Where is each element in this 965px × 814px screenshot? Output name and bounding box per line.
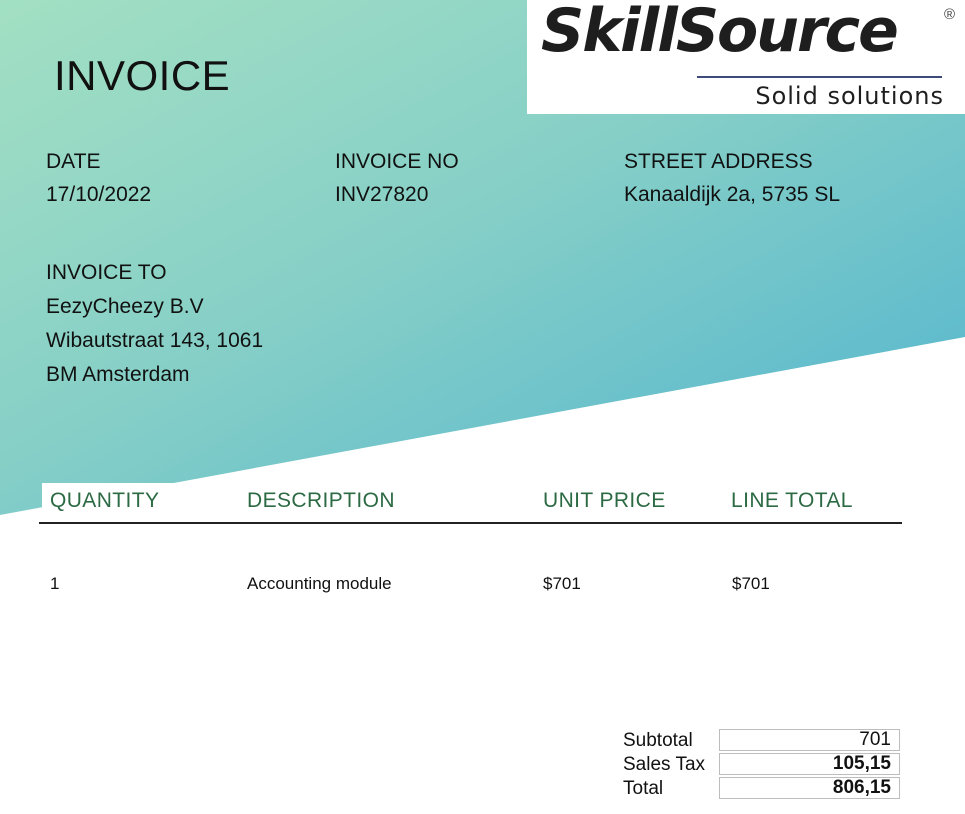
- logo-tagline: Solid solutions: [755, 82, 944, 110]
- client-name: EezyCheezy B.V: [46, 295, 204, 318]
- column-header-quantity: QUANTITY: [50, 489, 160, 512]
- table-header-divider: [39, 522, 902, 524]
- total-label: Total: [623, 778, 664, 799]
- column-header-unit-price: UNIT PRICE: [543, 489, 666, 512]
- logo-wordmark: SkillSource: [541, 0, 899, 66]
- sales-tax-value: 105,15: [719, 753, 900, 775]
- header-background: [0, 0, 965, 515]
- street-address-value: Kanaaldijk 2a, 5735 SL: [624, 183, 840, 206]
- client-address-line-1: Wibautstraat 143, 1061: [46, 329, 264, 352]
- page-title: INVOICE: [54, 52, 231, 99]
- column-header-line-total: LINE TOTAL: [731, 489, 853, 512]
- company-logo: SkillSource ® Solid solutions: [527, 0, 965, 114]
- cell-quantity: 1: [50, 574, 60, 593]
- invoice-no-label: INVOICE NO: [335, 150, 459, 173]
- cell-unit-price: $701: [543, 574, 581, 593]
- total-value: 806,15: [719, 777, 900, 799]
- cell-description: Accounting module: [247, 574, 392, 593]
- logo-divider: [697, 76, 942, 78]
- subtotal-label: Subtotal: [623, 730, 693, 751]
- date-label: DATE: [46, 150, 101, 173]
- sales-tax-label: Sales Tax: [623, 754, 706, 775]
- street-address-label: STREET ADDRESS: [624, 150, 813, 173]
- date-value: 17/10/2022: [46, 183, 152, 206]
- cell-line-total: $701: [732, 574, 770, 593]
- subtotal-value: 701: [719, 729, 900, 751]
- invoice-to-label: INVOICE TO: [46, 261, 167, 284]
- column-header-description: DESCRIPTION: [247, 489, 395, 512]
- invoice-no-value: INV27820: [335, 183, 429, 206]
- client-address-line-2: BM Amsterdam: [46, 363, 190, 386]
- registered-mark-icon: ®: [944, 6, 956, 23]
